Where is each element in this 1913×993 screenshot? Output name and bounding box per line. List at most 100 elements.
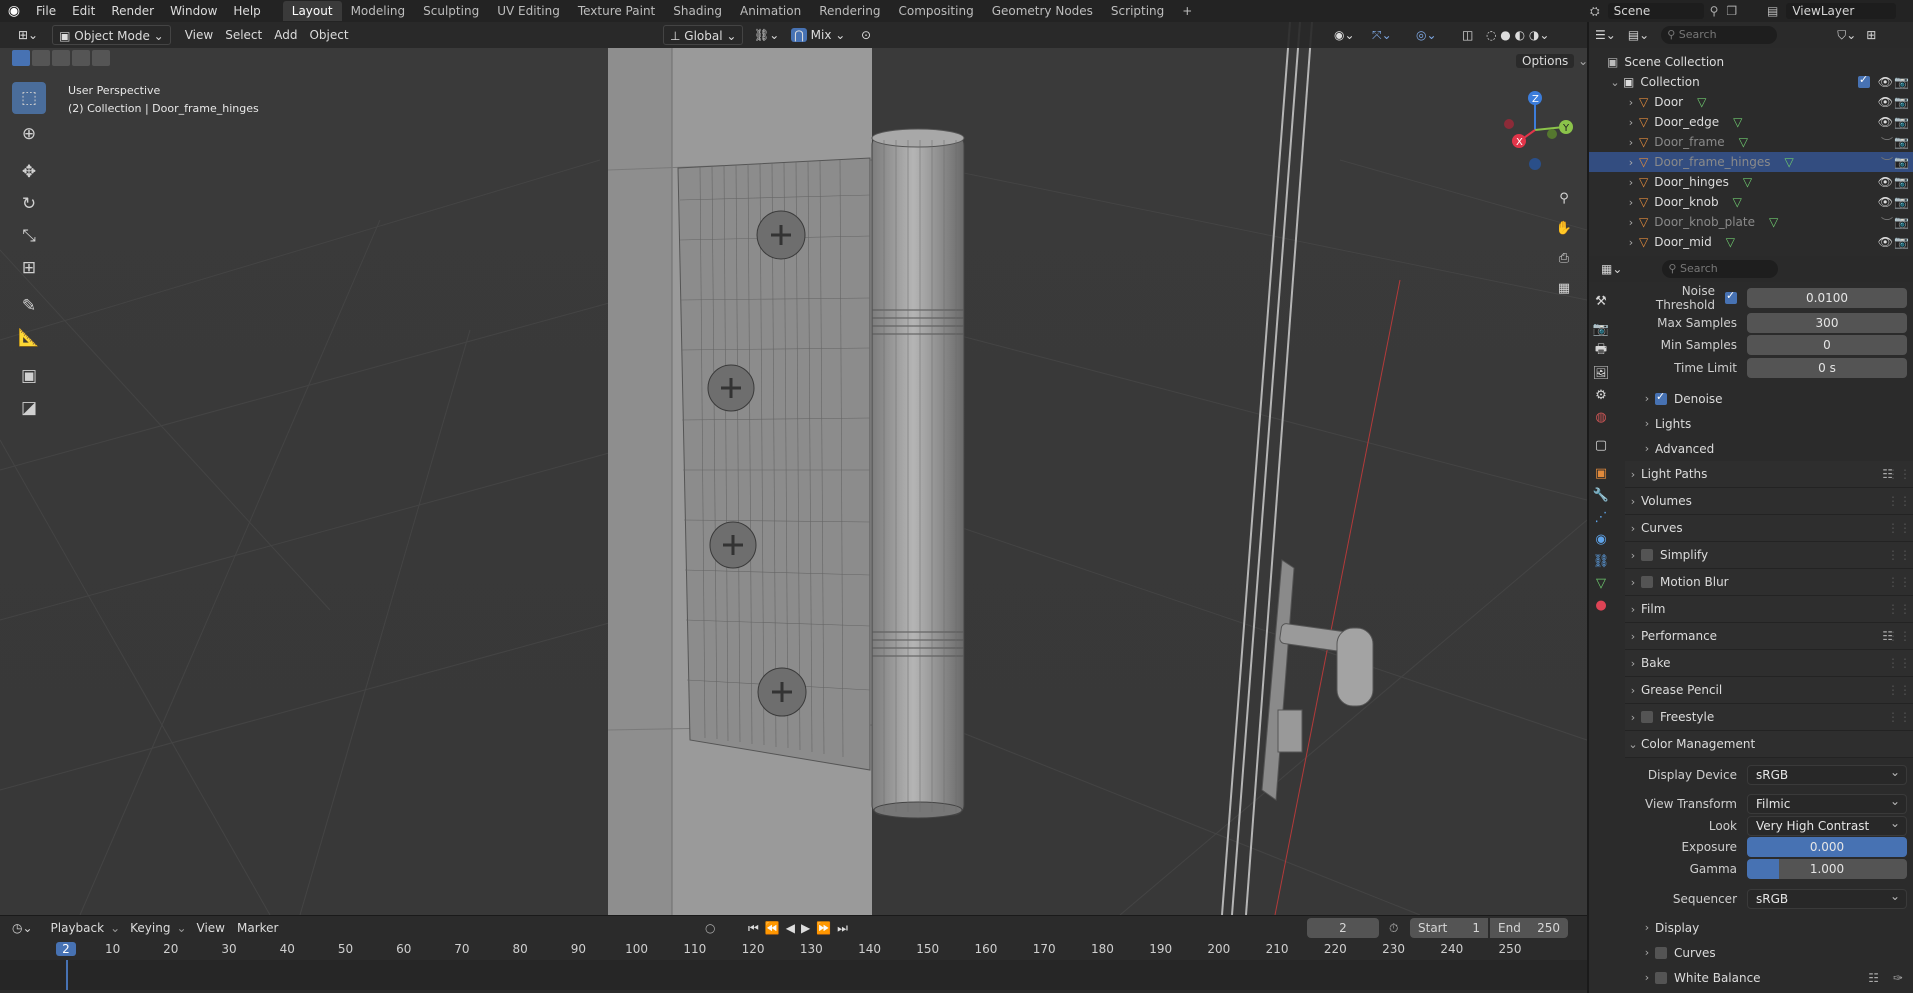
tab-sculpting[interactable]: Sculpting <box>414 1 488 21</box>
start-frame-field[interactable]: Start 1 <box>1410 918 1488 938</box>
outliner-item[interactable]: › ▽ Door_frame ▽ ︶ 📷 <box>1589 132 1913 152</box>
eye-icon[interactable]: 👁 <box>1878 115 1893 129</box>
collapse-icon[interactable]: ⌄ <box>1607 76 1623 89</box>
white-balance-subpanel[interactable]: › White Balance ☷ ✑ <box>1625 965 1913 990</box>
material-tab-icon[interactable]: ● <box>1589 594 1613 616</box>
tab-texture-paint[interactable]: Texture Paint <box>569 1 664 21</box>
properties-search[interactable]: ⚲ Search <box>1662 260 1779 278</box>
editor-type-icon[interactable]: ⊞⌄ <box>12 25 44 45</box>
gizmo-toggle-icon[interactable]: ⤧⌄ <box>1366 25 1398 45</box>
menu-render[interactable]: Render <box>103 0 162 22</box>
denoise-checkbox[interactable] <box>1655 390 1667 405</box>
modifier-tab-icon[interactable]: 🔧 <box>1589 484 1613 506</box>
tab-uv-editing[interactable]: UV Editing <box>488 1 569 21</box>
shading-modes[interactable]: ◌ ● ◐ ◑⌄ <box>1480 25 1555 45</box>
menu-help[interactable]: Help <box>225 0 268 22</box>
chevron-right-icon[interactable]: › <box>1623 96 1639 109</box>
camera-icon[interactable]: 📷 <box>1894 75 1909 89</box>
eye-closed-icon[interactable]: ︶ <box>1881 134 1893 151</box>
outliner-editor-icon[interactable]: ☰⌄ <box>1595 28 1616 42</box>
panel-motion-blur[interactable]: › Motion Blur ⋮⋮ <box>1625 569 1913 596</box>
drag-handle-icon[interactable]: ⋮⋮ <box>1887 656 1911 670</box>
min-samples-field[interactable]: 0 <box>1747 335 1907 355</box>
record-icon[interactable]: ○ <box>705 921 715 935</box>
end-frame-field[interactable]: End 250 <box>1490 918 1568 938</box>
menu-object[interactable]: Object <box>303 25 354 45</box>
display-device-dropdown[interactable]: sRGB <box>1747 763 1907 785</box>
view-layer-tab-icon[interactable]: 🖼 <box>1589 362 1613 384</box>
collection-tab-icon[interactable]: ▢ <box>1589 434 1613 456</box>
select-new-icon[interactable] <box>12 50 30 66</box>
chevron-right-icon[interactable]: › <box>1623 236 1639 249</box>
output-tab-icon[interactable]: 🖶 <box>1589 340 1613 362</box>
pin-icon[interactable]: ⚲ <box>1710 4 1719 18</box>
proportional-edit-icon[interactable]: ⊙ <box>855 25 877 45</box>
tab-rendering[interactable]: Rendering <box>810 1 889 21</box>
outliner-item[interactable]: › ▽ Door ▽ 👁 📷 <box>1589 92 1913 112</box>
chevron-right-icon[interactable]: › <box>1623 196 1639 209</box>
chevron-right-icon[interactable]: › <box>1623 136 1639 149</box>
tab-shading[interactable]: Shading <box>664 1 731 21</box>
scene-name[interactable]: Scene <box>1607 3 1704 19</box>
drag-handle-icon[interactable]: ⋮⋮ <box>1887 494 1911 508</box>
playback-controls[interactable]: ⏮⏪◀▶⏩⏭ <box>748 921 854 936</box>
chevron-right-icon[interactable]: › <box>1623 176 1639 189</box>
frame-ruler[interactable]: 2 10 20 30 40 50 60 70 80 90 100 110 120 130 140 150 160… <box>0 940 1587 960</box>
list-icon[interactable]: ☷ <box>1868 971 1879 985</box>
measure-icon[interactable]: 📐 <box>12 322 46 354</box>
zoom-icon[interactable]: ⚲ <box>1552 187 1576 209</box>
eye-icon[interactable]: 👁 <box>1878 235 1893 249</box>
drag-handle-icon[interactable]: ⋮⋮ <box>1887 548 1911 562</box>
tab-compositing[interactable]: Compositing <box>889 1 982 21</box>
viewlayer-name[interactable]: ViewLayer <box>1786 3 1897 19</box>
tab-animation[interactable]: Animation <box>731 1 810 21</box>
drag-handle-icon[interactable]: ⋮⋮ <box>1887 629 1911 643</box>
cm-curves-checkbox[interactable] <box>1655 946 1667 959</box>
scene-selector[interactable]: ⛭ Scene ⚲ ❐ <box>1590 0 1737 22</box>
constraints-tab-icon[interactable]: ⛓ <box>1589 550 1613 572</box>
panel-film[interactable]: › Film ⋮⋮ <box>1625 596 1913 623</box>
eyedropper-icon[interactable]: ✑ <box>1893 971 1903 985</box>
snap-toggle[interactable]: ⋂ Mix ⌄ <box>785 25 851 45</box>
select-box-icon[interactable]: ⬚ <box>12 82 46 114</box>
select-subtract-icon[interactable] <box>52 50 70 66</box>
gamma-slider[interactable]: 1.000 <box>1747 859 1907 879</box>
outliner-item[interactable]: › ▽ Door_knob_plate ▽ ︶ 📷 <box>1589 212 1913 232</box>
tool-tab-icon[interactable]: ⚒ <box>1589 290 1613 312</box>
tab-modeling[interactable]: Modeling <box>342 1 415 21</box>
add-primitive-icon[interactable]: ◪ <box>12 392 46 424</box>
eye-icon[interactable]: 👁 <box>1878 95 1893 109</box>
camera-icon[interactable]: 📷 <box>1894 115 1909 129</box>
time-limit-field[interactable]: 0 s <box>1747 357 1907 378</box>
outliner-item[interactable]: › ▽ Door_frame_hinges ▽ ︶ 📷 <box>1589 152 1913 172</box>
scene-collection-row[interactable]: ▣ Scene Collection <box>1589 52 1913 72</box>
hinge-pin-mesh[interactable] <box>871 128 965 819</box>
camera-icon[interactable]: 📷 <box>1894 175 1909 189</box>
xray-icon[interactable]: ◫ <box>1456 25 1479 45</box>
outliner-item[interactable]: › ▽ Door_edge ▽ 👁 📷 <box>1589 112 1913 132</box>
drag-handle-icon[interactable]: ⋮⋮ <box>1887 710 1911 724</box>
transform-orientation-dropdown[interactable]: ⊥ Global ⌄ <box>663 25 744 45</box>
drag-handle-icon[interactable]: ⋮⋮ <box>1887 521 1911 535</box>
tab-geometry-nodes[interactable]: Geometry Nodes <box>983 1 1102 21</box>
panel-performance[interactable]: › Performance ☷ ⋮⋮ <box>1625 623 1913 650</box>
ortho-grid-icon[interactable]: ▦ <box>1552 277 1576 299</box>
panel-curves[interactable]: › Curves ⋮⋮ <box>1625 515 1913 542</box>
camera-icon[interactable]: 📷 <box>1894 215 1909 229</box>
timeline[interactable]: ◷⌄ Playback ⌄ Keying ⌄ View Marker ○ ⏮⏪◀▶⏩… <box>0 915 1587 993</box>
white-balance-checkbox[interactable] <box>1655 971 1667 984</box>
menu-marker[interactable]: Marker <box>231 918 284 938</box>
menu-add[interactable]: Add <box>268 25 303 45</box>
outliner-item[interactable]: › ▽ Door_knob ▽ 👁 📷 <box>1589 192 1913 212</box>
menu-window[interactable]: Window <box>162 0 225 22</box>
chevron-right-icon[interactable]: › <box>1623 216 1639 229</box>
new-collection-icon[interactable]: ⊞ <box>1866 28 1876 42</box>
max-samples-field[interactable]: 300 <box>1747 312 1907 333</box>
particles-tab-icon[interactable]: ⋰ <box>1589 506 1613 528</box>
viewlayer-selector[interactable]: ▤ ViewLayer <box>1767 0 1897 22</box>
denoise-subpanel[interactable]: › Denoise <box>1625 386 1913 411</box>
options-button[interactable]: Options ⌄ <box>1516 51 1588 71</box>
stopwatch-icon[interactable]: ⏱ <box>1389 921 1398 936</box>
render-tab-icon[interactable]: 📷 <box>1589 318 1613 340</box>
scene-tab-icon[interactable]: ⚙ <box>1589 384 1613 406</box>
